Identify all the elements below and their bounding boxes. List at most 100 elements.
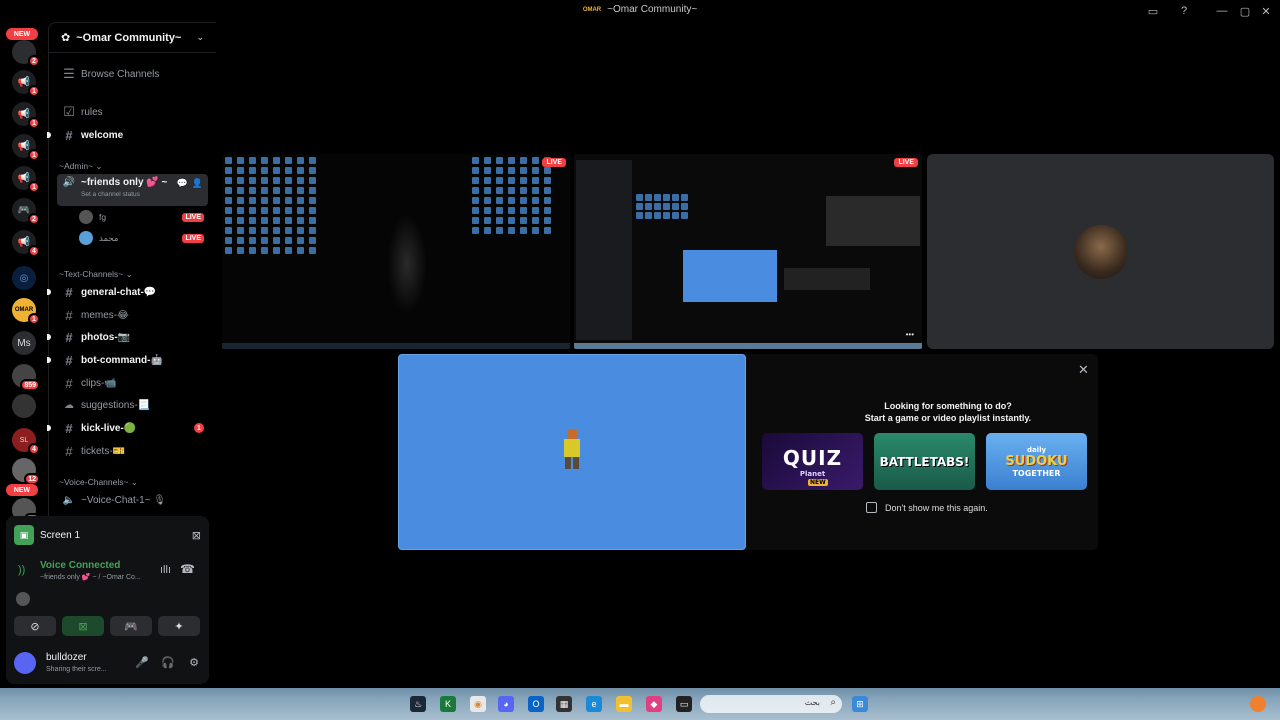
channel-tickets[interactable]: # tickets-🎫 <box>57 441 208 461</box>
soundboard-button[interactable]: ✦ <box>158 616 200 636</box>
dont-show-checkbox[interactable]: Don't show me this again. <box>866 502 988 513</box>
user-status: Sharing their scre... <box>46 666 107 673</box>
settings-gear-icon[interactable]: ⚙ <box>186 656 202 669</box>
activity-button[interactable]: 🎮 <box>110 616 152 636</box>
megaphone-server-icon[interactable]: 📢 4 <box>12 230 40 257</box>
noise-suppression-icon[interactable]: ıllı <box>160 564 171 576</box>
stream-tile[interactable]: LIVE <box>222 154 570 349</box>
weather-icon[interactable] <box>1250 696 1266 712</box>
activity-preview[interactable] <box>398 354 746 550</box>
close-window-icon[interactable]: ✕ <box>1258 3 1274 19</box>
mention-badge: 4 <box>28 443 40 455</box>
edge-icon[interactable]: e <box>586 696 602 712</box>
browse-channels[interactable]: ☰ Browse Channels <box>57 64 208 84</box>
channel-rules[interactable]: ☑ rules <box>57 102 208 122</box>
stream-tile[interactable]: LIVE ••• <box>574 154 922 349</box>
game-character <box>387 214 427 314</box>
unread-indicator <box>47 334 51 340</box>
channel-welcome[interactable]: # welcome <box>57 125 208 145</box>
server-icon[interactable]: 859 <box>12 364 40 391</box>
more-options-icon[interactable]: ••• <box>906 330 914 339</box>
kick-icon[interactable]: K <box>440 696 456 712</box>
minimize-icon[interactable]: — <box>1214 3 1230 19</box>
disconnect-icon[interactable]: ☎ <box>180 562 195 576</box>
voice-connected-label[interactable]: Voice Connected <box>40 560 120 571</box>
server-icon[interactable]: 2 <box>12 40 40 67</box>
channel-suggestions[interactable]: ☁ suggestions-📃 <box>57 395 208 415</box>
new-badge: NEW <box>6 484 38 496</box>
dont-show-label: Don't show me this again. <box>885 502 988 513</box>
voice-user[interactable]: محمد LIVE <box>79 229 208 247</box>
server-icon[interactable]: 12 <box>12 458 40 485</box>
card-subtitle: TOGETHER <box>1012 468 1061 478</box>
megaphone-server-icon[interactable]: 📢 1 <box>12 70 40 97</box>
category-label: ~Voice-Channels~ <box>59 477 129 487</box>
mention-badge: 1 <box>28 181 40 193</box>
start-icon[interactable]: ⊞ <box>852 696 868 712</box>
stop-stream-icon[interactable]: ⊠ <box>192 529 201 542</box>
voice-user-name: fg <box>99 212 107 222</box>
add-user-icon[interactable]: 👤 <box>192 178 203 189</box>
megaphone-server-icon[interactable]: 📢 1 <box>12 134 40 161</box>
channel-kick-live[interactable]: # kick-live-🟢 1 <box>57 418 208 438</box>
channel-bot-command[interactable]: # bot-command-🤖 <box>57 350 208 370</box>
app-icon[interactable]: ◆ <box>646 696 662 712</box>
sudoku-together-card[interactable]: daily SUDOKU TOGETHER <box>986 433 1087 490</box>
channel-label: photos-📷 <box>81 331 131 343</box>
help-icon[interactable]: ? <box>1176 3 1192 19</box>
server-header[interactable]: ✿ ~Omar Community~ ⌄ <box>49 23 216 53</box>
channel-label: ~friends only 💕 ~ <box>81 177 168 188</box>
server-icon[interactable]: SL 4 <box>12 428 40 455</box>
category-voice[interactable]: ~Voice-Channels~ ⌄ <box>59 477 138 488</box>
chrome-icon[interactable]: ◉ <box>470 696 486 712</box>
app-icon[interactable]: ▦ <box>556 696 572 712</box>
voice-channel-path[interactable]: ~friends only 💕 ~ / ~Omar Co... <box>40 573 150 581</box>
taskbar-search[interactable]: بحث ⌕ <box>700 695 842 713</box>
speaker-icon: 🔊 <box>62 177 76 188</box>
stream-taskbar <box>222 343 570 349</box>
user-info[interactable]: bulldozer Sharing their scre... 🎤 🎧 ⚙ <box>12 650 203 678</box>
discord-icon[interactable]: ◕ <box>498 696 514 712</box>
screen-share-button[interactable]: ⊠ <box>62 616 104 636</box>
server-icon[interactable]: ◎ <box>12 266 36 290</box>
channel-clips[interactable]: # clips-📹 <box>57 373 208 393</box>
maximize-icon[interactable]: ▢ <box>1237 3 1253 19</box>
activity-prompt-line: Start a game or video playlist instantly… <box>864 413 1032 423</box>
microphone-icon[interactable]: 🎤 <box>134 656 150 669</box>
server-icon[interactable] <box>12 394 36 418</box>
channel-label: rules <box>81 106 103 118</box>
browse-label: Browse Channels <box>81 68 160 80</box>
participant-tile[interactable] <box>927 154 1274 349</box>
megaphone-server-icon[interactable]: 📢 1 <box>12 102 40 129</box>
channel-status-hint[interactable]: Set a channel status <box>81 191 167 198</box>
inbox-icon[interactable]: ▭ <box>1145 3 1161 19</box>
avatar[interactable] <box>16 592 30 606</box>
file-explorer-icon[interactable]: ▬ <box>616 696 632 712</box>
stream-preview-row[interactable]: ▣ Screen 1 ⊠ <box>14 524 201 546</box>
voice-user-name: محمد <box>99 232 119 243</box>
app-icon[interactable]: ▭ <box>676 696 692 712</box>
server-icon[interactable]: 🎮 2 <box>12 198 40 225</box>
voice-user[interactable]: fg LIVE <box>79 208 208 226</box>
voice-channel-chat-1[interactable]: 🔈 ~Voice-Chat-1~ 🎙 <box>57 490 208 510</box>
battletabs-card[interactable]: BATTLETABS! <box>874 433 975 490</box>
outlook-icon[interactable]: O <box>528 696 544 712</box>
omar-server-icon[interactable]: OMAR 1 <box>12 298 40 325</box>
category-text[interactable]: ~Text-Channels~ ⌄ <box>59 269 133 280</box>
channel-general-chat[interactable]: # general-chat-💬 <box>57 282 208 302</box>
hash-icon: # <box>65 420 73 436</box>
channel-memes[interactable]: # memes-😂 <box>57 305 208 325</box>
megaphone-server-icon[interactable]: 📢 1 <box>12 166 40 193</box>
channel-photos[interactable]: # photos-📷 <box>57 327 208 347</box>
checkbox[interactable] <box>866 502 877 513</box>
camera-off-button[interactable]: ⊘ <box>14 616 56 636</box>
hash-icon: # <box>65 375 73 391</box>
headphones-icon[interactable]: 🎧 <box>160 656 176 669</box>
voice-channel-friends[interactable]: 🔊 ~friends only 💕 ~ Set a channel status… <box>57 174 208 206</box>
steam-icon[interactable]: ♨ <box>410 696 426 712</box>
ms-server-icon[interactable]: Ms <box>12 331 36 355</box>
quiz-planet-card[interactable]: QUIZ Planet NEW <box>762 433 863 490</box>
close-icon[interactable]: ✕ <box>1078 362 1089 378</box>
category-admin[interactable]: ~Admin~ ⌄ <box>59 161 103 172</box>
chat-icon[interactable]: 💬 <box>177 178 188 189</box>
